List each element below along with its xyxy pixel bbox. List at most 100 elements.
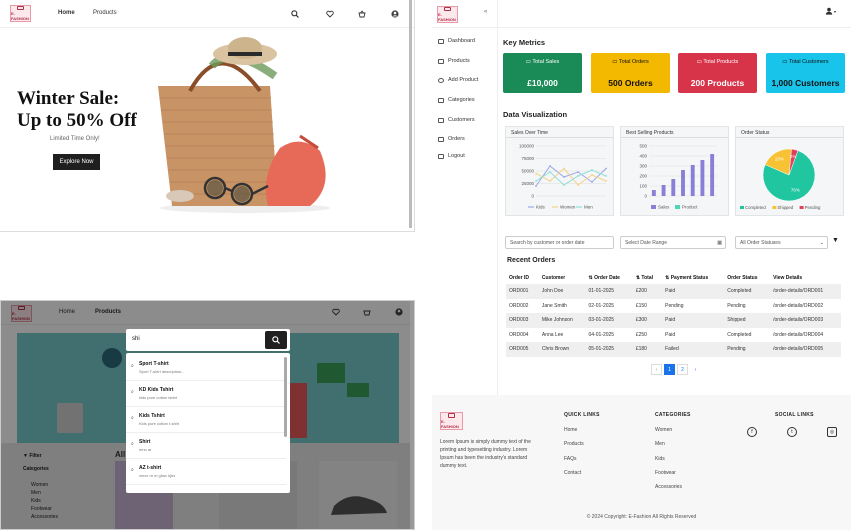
search-suggestions: ⌕ Sport T-shirt Sport T-shirt description.… bbox=[126, 353, 290, 493]
legend-label: Women bbox=[560, 205, 576, 210]
collapse-sidebar-icon[interactable]: « bbox=[484, 9, 487, 15]
sales-over-time-chart: 0 25000 50000 75000 100000 Kids Women Men bbox=[519, 144, 607, 210]
suggestions-scrollbar[interactable] bbox=[284, 357, 287, 437]
twitter-icon[interactable]: t bbox=[787, 427, 797, 437]
col-customer[interactable]: Customer bbox=[539, 272, 586, 284]
slice-label: 76% bbox=[791, 187, 800, 192]
nav-products[interactable]: Products bbox=[93, 10, 117, 16]
sidebar-item-products[interactable]: Products bbox=[438, 58, 470, 64]
footer-cat-kids[interactable]: Kids bbox=[655, 456, 665, 462]
footer-cat-women[interactable]: Women bbox=[655, 427, 672, 433]
search-input[interactable]: shi bbox=[130, 333, 264, 347]
scrollbar[interactable] bbox=[409, 0, 412, 228]
y-tick-label: 100 bbox=[639, 184, 647, 189]
next-page-button[interactable]: › bbox=[690, 364, 701, 375]
sidebar-item-label: Customers bbox=[448, 117, 475, 123]
search-icon[interactable] bbox=[291, 10, 299, 18]
order-status-select[interactable]: All Order Statuses ⌄ bbox=[735, 236, 828, 249]
heart-icon[interactable] bbox=[326, 10, 334, 18]
search-orders-input[interactable]: Search by customer or order date bbox=[505, 236, 614, 249]
sidebar-item-label: Dashboard bbox=[448, 38, 475, 44]
cell: Jane Smith bbox=[541, 302, 567, 309]
legend-label: Product bbox=[682, 205, 698, 210]
search-icon: ⌕ bbox=[131, 363, 134, 369]
dashboard-icon bbox=[438, 38, 444, 44]
metric-total-orders: ▭ Total Orders 500 Orders bbox=[591, 53, 670, 93]
sidebar-item-customers[interactable]: Customers bbox=[438, 117, 475, 123]
suggestion-item[interactable]: ⌕ AZ t-shirt xmxx rn m ghsx kjhs bbox=[126, 459, 286, 485]
user-icon[interactable] bbox=[391, 10, 399, 18]
admin-user-menu[interactable]: ▾ bbox=[825, 7, 836, 15]
suggestion-item[interactable]: ⌕ Sport T-shirt Sport T-shirt description.… bbox=[126, 355, 286, 381]
recent-orders-heading: Recent Orders bbox=[507, 257, 556, 264]
legend-swatch bbox=[772, 206, 777, 209]
table-row: ORD001 John Doe 01-01-2025 £200 Paid Complete… bbox=[506, 284, 841, 299]
sidebar-item-dashboard[interactable]: Dashboard bbox=[438, 38, 475, 44]
view-details-link[interactable]: /order-details/ORD003 bbox=[770, 313, 841, 328]
data-point bbox=[605, 175, 607, 177]
cell: Anna Lee bbox=[541, 331, 564, 338]
logout-icon bbox=[438, 153, 444, 159]
sidebar-item-add-product[interactable]: Add Product bbox=[438, 77, 478, 83]
scrollbar[interactable] bbox=[410, 301, 414, 529]
col-order-id[interactable]: Order ID bbox=[506, 272, 539, 284]
suggestion-desc: Sport T-shirt description... bbox=[139, 369, 185, 374]
date-range-input[interactable]: Select Date Range ▦ bbox=[620, 236, 726, 249]
explore-now-button[interactable]: Explore Now bbox=[53, 154, 100, 170]
col-order-date[interactable]: ⇅ Order Date bbox=[586, 272, 633, 284]
filter-icon[interactable]: ▼ bbox=[832, 237, 839, 244]
search-submit-button[interactable] bbox=[265, 331, 287, 349]
nav-home[interactable]: Home bbox=[58, 10, 75, 16]
metric-label: ▭ Total Products bbox=[696, 59, 739, 65]
hero-title-line1: Winter Sale: bbox=[17, 88, 120, 109]
table-row: ORD002 Jane Smith 02-01-2025 £150 Pending Pen… bbox=[506, 299, 841, 314]
admin-logo[interactable]: E-FASHION bbox=[437, 6, 458, 23]
data-point bbox=[549, 180, 551, 182]
user-icon bbox=[825, 7, 833, 15]
y-tick-label: 300 bbox=[639, 164, 647, 169]
sidebar-item-logout[interactable]: Logout bbox=[438, 153, 465, 159]
prev-page-button[interactable]: ‹ bbox=[651, 364, 662, 375]
view-details-link[interactable]: /order-details/ORD002 bbox=[770, 299, 841, 314]
legend-swatch bbox=[799, 206, 804, 209]
basket-icon[interactable] bbox=[358, 10, 366, 18]
footer-cat-men[interactable]: Men bbox=[655, 441, 665, 447]
footer-logo[interactable]: E-FASHION bbox=[440, 412, 463, 430]
col-total[interactable]: ⇅ Total bbox=[633, 272, 662, 284]
data-point bbox=[577, 175, 579, 177]
sidebar-item-orders[interactable]: Orders bbox=[438, 136, 465, 142]
store-logo[interactable]: E-FASHION bbox=[10, 5, 31, 22]
sidebar-item-categories[interactable]: Categories bbox=[438, 97, 475, 103]
hero-title-line2: Up to 50% Off bbox=[17, 110, 137, 131]
y-tick-label: 75000 bbox=[521, 156, 534, 161]
col-payment-status[interactable]: ⇅ Payment Status bbox=[662, 272, 724, 284]
footer-link-products[interactable]: Products bbox=[564, 441, 584, 447]
footer-cat-accessories[interactable]: Accessories bbox=[655, 484, 682, 490]
footer-link-faqs[interactable]: FAQs bbox=[564, 456, 577, 462]
suggestion-item[interactable]: ⌕ KD Kids Tshirt kids pure cotton tshirt bbox=[126, 381, 286, 407]
bar bbox=[661, 185, 666, 196]
data-visualization-heading: Data Visualization bbox=[503, 110, 568, 119]
suggestion-item[interactable]: ⌕ Shirt mnn ar bbox=[126, 433, 286, 459]
footer-cat-footwear[interactable]: Footwear bbox=[655, 470, 676, 476]
bag-icon bbox=[17, 6, 24, 10]
col-order-status[interactable]: Order Status bbox=[724, 272, 770, 284]
suggestion-item[interactable]: ⌕ Kids Tshirt Kids pure cotton t-shirt bbox=[126, 407, 286, 433]
page-2-button[interactable]: 2 bbox=[677, 364, 688, 375]
footer-link-home[interactable]: Home bbox=[564, 427, 577, 433]
cell: Mike Johnson bbox=[538, 313, 586, 328]
cell: £200 bbox=[632, 284, 663, 299]
cell: 02-01-2025 bbox=[588, 302, 615, 309]
search-icon: ⌕ bbox=[131, 467, 134, 473]
cell: Completed bbox=[724, 284, 771, 299]
col-view-details[interactable]: View Details bbox=[770, 272, 841, 284]
view-details-link[interactable]: /order-details/ORD001 bbox=[770, 284, 841, 299]
instagram-icon[interactable]: ◎ bbox=[827, 427, 837, 437]
admin-topbar: E-FASHION « ▾ bbox=[432, 0, 851, 28]
view-details-link[interactable]: /order-details/ORD004 bbox=[770, 328, 841, 343]
facebook-icon[interactable]: f bbox=[747, 427, 757, 437]
footer-link-contact[interactable]: Contact bbox=[564, 470, 581, 476]
cell: ORD005 bbox=[506, 342, 539, 357]
page-1-button[interactable]: 1 bbox=[664, 364, 675, 375]
view-details-link[interactable]: /order-details/ORD005 bbox=[770, 342, 841, 357]
